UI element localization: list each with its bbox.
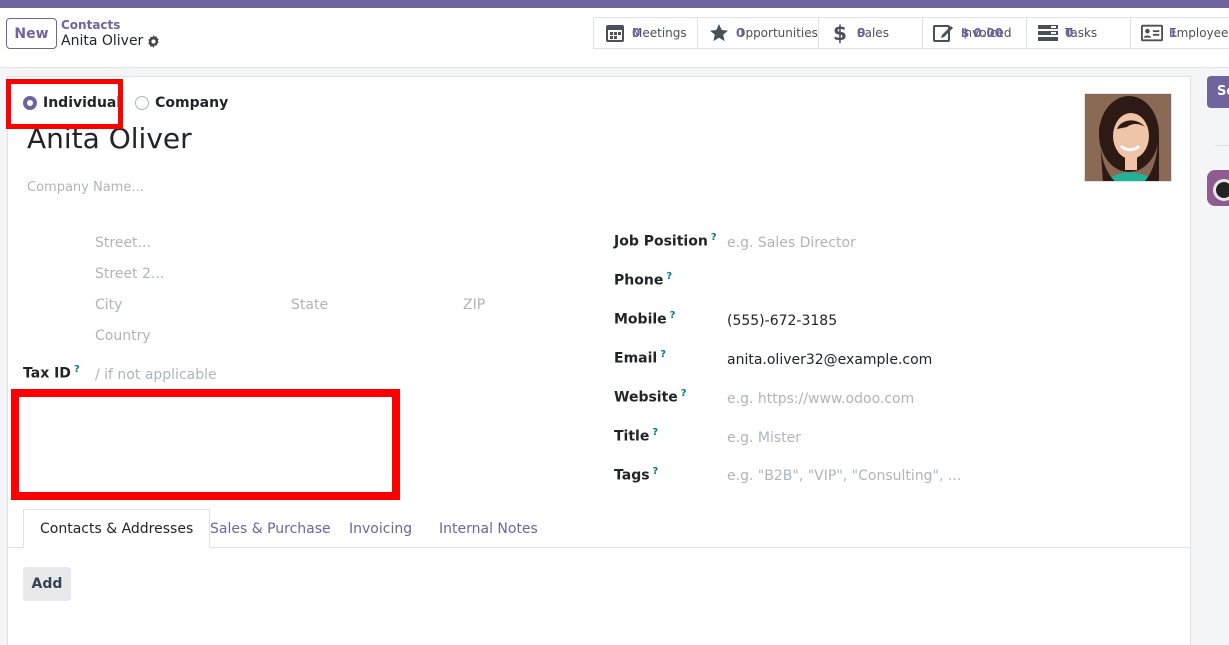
opportunities-label: Opportunities xyxy=(736,25,818,40)
radio-company-label: Company xyxy=(155,95,229,111)
taxid-label-text: Tax ID xyxy=(23,365,71,382)
form-sheet xyxy=(7,76,1191,645)
tab-internal-notes[interactable]: Internal Notes xyxy=(439,509,538,548)
help-icon[interactable]: ? xyxy=(660,349,666,360)
employee-value: 1 xyxy=(1169,25,1178,40)
help-icon[interactable]: ? xyxy=(711,232,717,243)
breadcrumb-contacts-link[interactable]: Contacts xyxy=(61,17,160,33)
invoiced-smart-button[interactable]: Invoiced $ 0.00 xyxy=(922,17,1026,49)
job-position-input[interactable]: e.g. Sales Director xyxy=(727,235,856,251)
smart-buttons: Meetings 0 Opportunities 0 $ Sales 0 Invoic… xyxy=(593,17,1229,49)
meetings-value: 0 xyxy=(632,25,641,40)
gear-icon[interactable] xyxy=(147,35,160,48)
opportunities-value: 0 xyxy=(736,25,745,40)
calendar-icon xyxy=(604,22,626,44)
company-name-input[interactable]: Company Name... xyxy=(27,180,144,195)
tags-label-text: Tags xyxy=(614,467,650,484)
zip-input[interactable]: ZIP xyxy=(463,297,485,313)
street2-input[interactable]: Street 2... xyxy=(95,266,164,282)
help-icon[interactable]: ? xyxy=(681,388,687,399)
star-icon xyxy=(708,22,730,44)
dollar-icon: $ xyxy=(829,22,851,44)
send-message-button[interactable]: Se xyxy=(1207,76,1229,108)
opportunities-smart-button[interactable]: Opportunities 0 xyxy=(697,17,818,49)
mobile-label-text: Mobile xyxy=(614,311,667,328)
contact-avatar[interactable] xyxy=(1084,93,1172,182)
email-label: Email? xyxy=(614,349,666,367)
tab-invoicing[interactable]: Invoicing xyxy=(349,509,412,548)
title-label-text: Title xyxy=(614,428,650,445)
tasks-smart-button[interactable]: Tasks 0 xyxy=(1026,17,1130,49)
breadcrumb: Contacts Anita Oliver xyxy=(61,17,160,50)
taxid-input[interactable]: / if not applicable xyxy=(95,367,217,383)
email-input[interactable]: anita.oliver32@example.com xyxy=(727,352,932,368)
city-input[interactable]: City xyxy=(95,297,122,313)
svg-text:$: $ xyxy=(833,22,847,44)
highlight-box-individual xyxy=(6,79,123,129)
chatter-avatar-icon[interactable] xyxy=(1207,170,1229,206)
new-button[interactable]: New xyxy=(6,18,57,49)
title-input[interactable]: e.g. Mister xyxy=(727,430,801,446)
country-input[interactable]: Country xyxy=(95,328,151,344)
website-label-text: Website xyxy=(614,389,678,406)
mobile-input[interactable]: (555)-672-3185 xyxy=(727,313,837,329)
meetings-smart-button[interactable]: Meetings 0 xyxy=(593,17,697,49)
add-contact-button[interactable]: Add xyxy=(23,567,71,601)
website-input[interactable]: e.g. https://www.odoo.com xyxy=(727,391,914,407)
tags-input[interactable]: e.g. "B2B", "VIP", "Consulting", ... xyxy=(727,468,961,484)
invoiced-value: $ 0.00 xyxy=(961,25,1004,40)
sales-smart-button[interactable]: $ Sales 0 xyxy=(818,17,922,49)
top-navbar xyxy=(0,0,1229,8)
mobile-label: Mobile? xyxy=(614,310,675,328)
id-card-icon xyxy=(1141,22,1163,44)
help-icon[interactable]: ? xyxy=(652,427,658,438)
employee-label: Employee xyxy=(1169,25,1229,40)
employee-smart-button[interactable]: Employee 1 xyxy=(1130,17,1229,49)
tab-contacts-addresses[interactable]: Contacts & Addresses xyxy=(23,509,211,548)
street-input[interactable]: Street... xyxy=(95,235,151,251)
breadcrumb-current: Anita Oliver xyxy=(61,33,160,50)
sales-value: 0 xyxy=(857,25,866,40)
website-label: Website? xyxy=(614,388,687,406)
tab-sales-purchase[interactable]: Sales & Purchase xyxy=(210,509,331,548)
tasks-icon xyxy=(1037,22,1059,44)
state-input[interactable]: State xyxy=(291,297,328,313)
edit-invoice-icon xyxy=(933,22,955,44)
radio-company[interactable]: Company xyxy=(135,95,228,111)
help-icon[interactable]: ? xyxy=(670,310,676,321)
title-label: Title? xyxy=(614,427,658,445)
tasks-value: 0 xyxy=(1065,25,1074,40)
help-icon[interactable]: ? xyxy=(653,466,659,477)
help-icon[interactable]: ? xyxy=(74,364,80,375)
job-position-label: Job Position? xyxy=(614,232,717,250)
taxid-label: Tax ID? xyxy=(23,364,80,382)
breadcrumb-current-label: Anita Oliver xyxy=(61,33,144,49)
tags-label: Tags? xyxy=(614,466,658,484)
email-label-text: Email xyxy=(614,350,658,367)
job-position-label-text: Job Position xyxy=(614,233,708,250)
highlight-box-empty-area xyxy=(11,389,400,500)
notebook-tabs: Contacts & Addresses Sales & Purchase In… xyxy=(8,509,1190,548)
chatter-divider xyxy=(1215,145,1229,146)
control-panel: New Contacts Anita Oliver Meetings 0 Oppo… xyxy=(0,8,1229,68)
phone-label-text: Phone xyxy=(614,272,664,289)
radio-unchecked-icon xyxy=(135,96,150,110)
help-icon[interactable]: ? xyxy=(666,271,672,282)
phone-label: Phone? xyxy=(614,271,672,289)
